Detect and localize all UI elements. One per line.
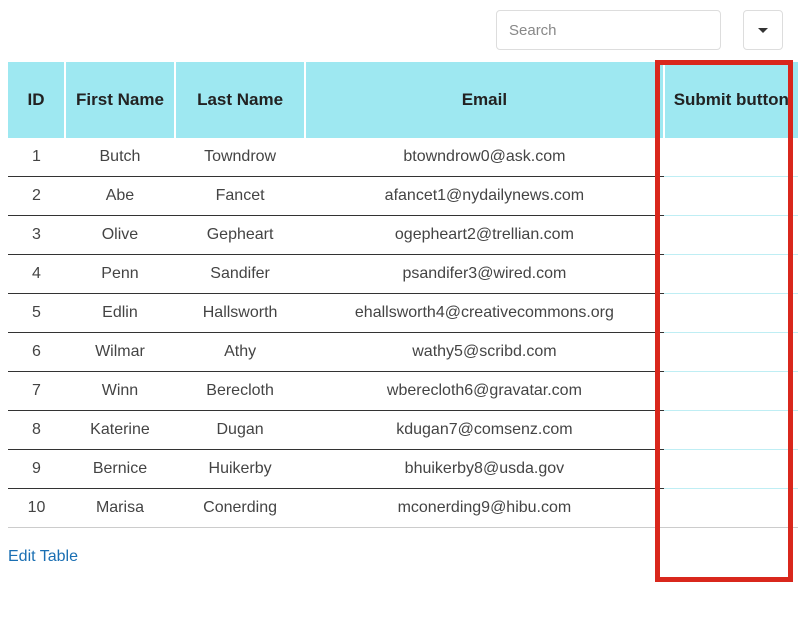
cell-submit: [664, 216, 798, 255]
table-row: 6WilmarAthywathy5@scribd.com: [8, 333, 798, 372]
cell-last-name: Athy: [175, 333, 305, 372]
cell-first-name: Olive: [65, 216, 175, 255]
header-first-name[interactable]: First Name: [65, 62, 175, 138]
cell-email: ogepheart2@trellian.com: [305, 216, 663, 255]
table-row: 7WinnBereclothwberecloth6@gravatar.com: [8, 372, 798, 411]
cell-submit: [664, 489, 798, 528]
table-row: 4PennSandiferpsandifer3@wired.com: [8, 255, 798, 294]
cell-submit: [664, 333, 798, 372]
cell-email: wathy5@scribd.com: [305, 333, 663, 372]
header-submit-button[interactable]: Submit button: [664, 62, 798, 138]
caret-down-icon: [758, 28, 768, 33]
cell-first-name: Butch: [65, 138, 175, 177]
cell-id: 1: [8, 138, 65, 177]
top-controls: [8, 10, 798, 50]
header-email[interactable]: Email: [305, 62, 663, 138]
cell-id: 10: [8, 489, 65, 528]
cell-email: mconerding9@hibu.com: [305, 489, 663, 528]
cell-submit: [664, 411, 798, 450]
cell-id: 4: [8, 255, 65, 294]
cell-email: bhuikerby8@usda.gov: [305, 450, 663, 489]
cell-last-name: Fancet: [175, 177, 305, 216]
table-row: 1ButchTowndrowbtowndrow0@ask.com: [8, 138, 798, 177]
table-row: 2AbeFancetafancet1@nydailynews.com: [8, 177, 798, 216]
cell-last-name: Towndrow: [175, 138, 305, 177]
cell-id: 9: [8, 450, 65, 489]
dropdown-button[interactable]: [743, 10, 783, 50]
edit-table-link[interactable]: Edit Table: [8, 548, 78, 566]
table-row: 8KaterineDugankdugan7@comsenz.com: [8, 411, 798, 450]
cell-last-name: Dugan: [175, 411, 305, 450]
search-input[interactable]: [496, 10, 721, 50]
cell-first-name: Penn: [65, 255, 175, 294]
cell-first-name: Abe: [65, 177, 175, 216]
cell-last-name: Huikerby: [175, 450, 305, 489]
header-id[interactable]: ID: [8, 62, 65, 138]
cell-id: 6: [8, 333, 65, 372]
cell-email: wberecloth6@gravatar.com: [305, 372, 663, 411]
cell-id: 8: [8, 411, 65, 450]
cell-first-name: Bernice: [65, 450, 175, 489]
cell-submit: [664, 450, 798, 489]
cell-submit: [664, 255, 798, 294]
cell-id: 7: [8, 372, 65, 411]
cell-submit: [664, 372, 798, 411]
table-row: 5EdlinHallsworthehallsworth4@creativecom…: [8, 294, 798, 333]
cell-first-name: Marisa: [65, 489, 175, 528]
table-row: 9BerniceHuikerbybhuikerby8@usda.gov: [8, 450, 798, 489]
cell-id: 3: [8, 216, 65, 255]
header-last-name[interactable]: Last Name: [175, 62, 305, 138]
cell-first-name: Winn: [65, 372, 175, 411]
cell-id: 5: [8, 294, 65, 333]
cell-first-name: Katerine: [65, 411, 175, 450]
cell-last-name: Gepheart: [175, 216, 305, 255]
cell-email: afancet1@nydailynews.com: [305, 177, 663, 216]
cell-email: kdugan7@comsenz.com: [305, 411, 663, 450]
cell-submit: [664, 294, 798, 333]
cell-email: psandifer3@wired.com: [305, 255, 663, 294]
data-table: ID First Name Last Name Email Submit but…: [8, 62, 798, 528]
cell-first-name: Edlin: [65, 294, 175, 333]
cell-id: 2: [8, 177, 65, 216]
cell-email: ehallsworth4@creativecommons.org: [305, 294, 663, 333]
cell-first-name: Wilmar: [65, 333, 175, 372]
cell-last-name: Hallsworth: [175, 294, 305, 333]
cell-submit: [664, 138, 798, 177]
cell-last-name: Berecloth: [175, 372, 305, 411]
table-row: 3OliveGepheartogepheart2@trellian.com: [8, 216, 798, 255]
cell-last-name: Sandifer: [175, 255, 305, 294]
table-row: 10MarisaConerdingmconerding9@hibu.com: [8, 489, 798, 528]
cell-email: btowndrow0@ask.com: [305, 138, 663, 177]
cell-last-name: Conerding: [175, 489, 305, 528]
cell-submit: [664, 177, 798, 216]
